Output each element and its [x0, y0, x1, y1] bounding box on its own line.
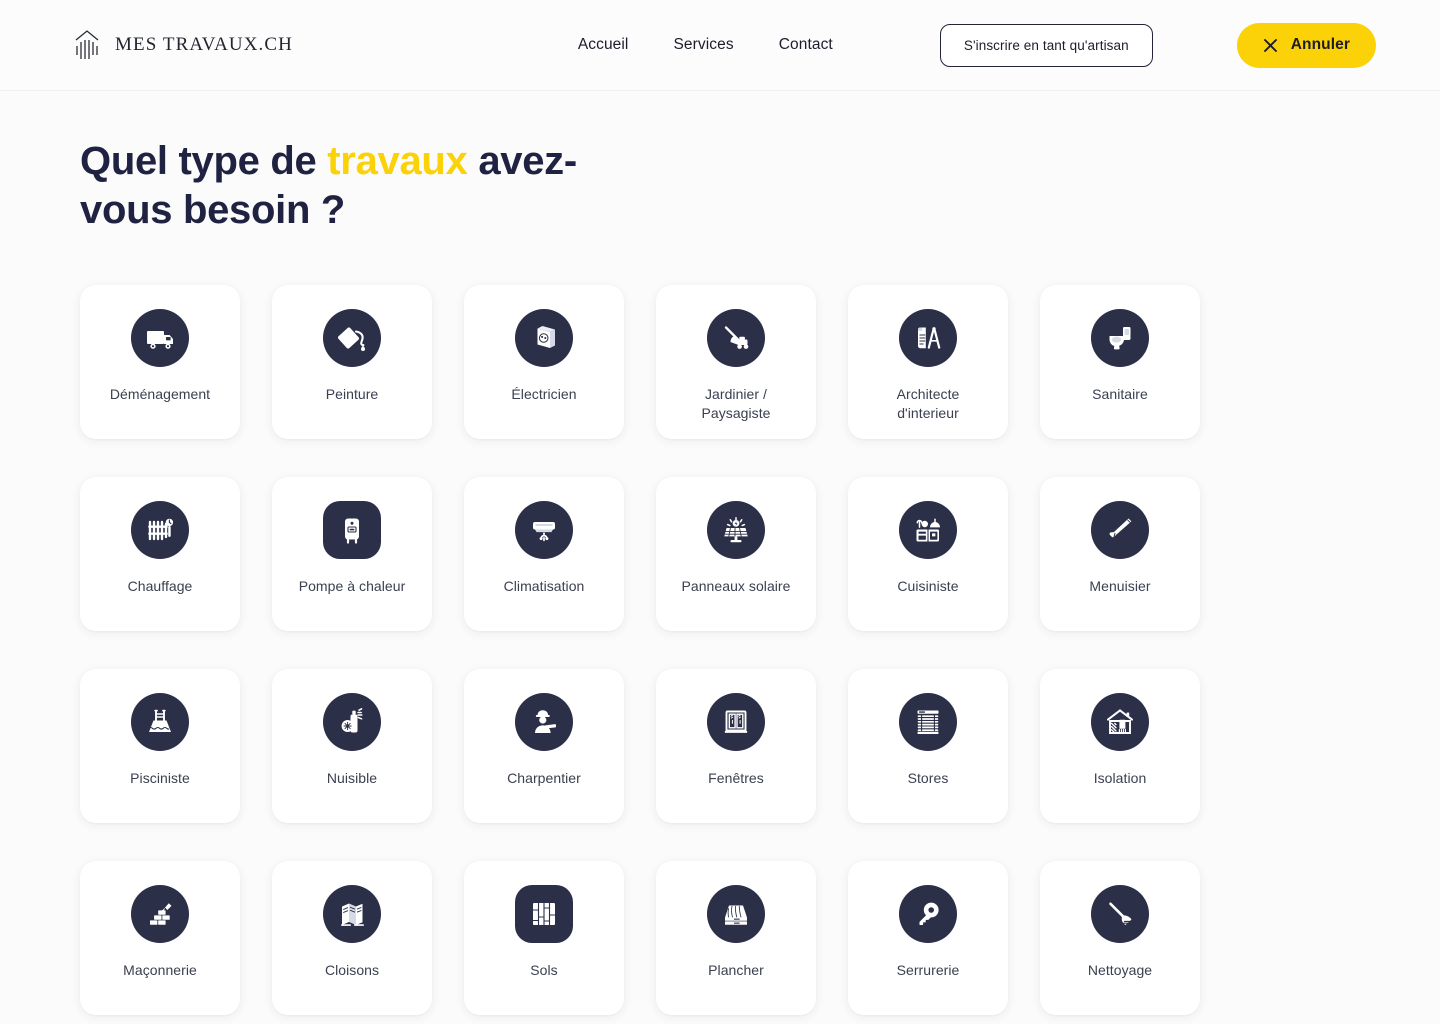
window-icon	[707, 692, 765, 751]
category-label: Climatisation	[503, 577, 585, 594]
category-label: Déménagement	[109, 385, 211, 402]
page-title: Quel type de travaux avez-vous besoin ?	[80, 137, 640, 235]
category-card[interactable]: Sols	[464, 860, 624, 1015]
lawn-mower-icon	[707, 308, 765, 367]
category-label: Cloisons	[324, 961, 380, 978]
nav-link-contact[interactable]: Contact	[779, 36, 833, 54]
close-icon	[1263, 38, 1278, 53]
main-navigation: Accueil Services Contact S'inscrire en t…	[578, 22, 1376, 68]
mop-icon	[1091, 884, 1149, 943]
page-title-accent: travaux	[327, 139, 468, 183]
wood-flooring-icon	[707, 884, 765, 943]
category-label: Architecte d'interieur	[896, 385, 960, 421]
radiator-icon	[131, 500, 189, 559]
category-label: Panneaux solaire	[681, 577, 791, 594]
category-card[interactable]: Charpentier	[464, 668, 624, 823]
category-card[interactable]: Pompe à chaleur	[272, 476, 432, 631]
category-label: Menuisier	[1089, 577, 1151, 594]
power-socket-icon	[515, 308, 573, 367]
category-label: Cuisiniste	[897, 577, 959, 594]
nav-link-accueil[interactable]: Accueil	[578, 36, 629, 54]
category-card[interactable]: Panneaux solaire	[656, 476, 816, 631]
category-label: Pisciniste	[130, 769, 190, 786]
category-card[interactable]: Jardinier / Paysagiste	[656, 284, 816, 439]
category-label: Nettoyage	[1087, 961, 1153, 978]
category-card[interactable]: Serrurerie	[848, 860, 1008, 1015]
category-card[interactable]: Climatisation	[464, 476, 624, 631]
signup-artisan-button[interactable]: S'inscrire en tant qu'artisan	[939, 23, 1153, 67]
water-heater-icon	[323, 500, 381, 559]
category-card[interactable]: Plancher	[656, 860, 816, 1015]
category-card[interactable]: Fenêtres	[656, 668, 816, 823]
window-blinds-icon	[899, 692, 957, 751]
brick-trowel-icon	[131, 884, 189, 943]
category-card[interactable]: Menuisier	[1040, 476, 1200, 631]
solar-panel-icon	[707, 500, 765, 559]
category-card[interactable]: Chauffage	[80, 476, 240, 631]
category-card[interactable]: Électricien	[464, 284, 624, 439]
kitchen-counter-icon	[899, 500, 957, 559]
category-card[interactable]: Déménagement	[80, 284, 240, 439]
category-card[interactable]: Sanitaire	[1040, 284, 1200, 439]
category-card[interactable]: Isolation	[1040, 668, 1200, 823]
category-label: Jardinier / Paysagiste	[701, 385, 771, 421]
category-card[interactable]: Cuisiniste	[848, 476, 1008, 631]
category-label: Plancher	[708, 961, 764, 978]
page-title-part1: Quel type de	[80, 139, 328, 183]
main-content: Quel type de travaux avez-vous besoin ? …	[0, 91, 1440, 1015]
category-label: Maçonnerie	[123, 961, 197, 978]
house-insulation-icon	[1091, 692, 1149, 751]
category-label: Sols	[530, 961, 558, 978]
category-card[interactable]: Peinture	[272, 284, 432, 439]
swimming-pool-icon	[131, 692, 189, 751]
blueprint-compass-icon	[899, 308, 957, 367]
key-icon	[899, 884, 957, 943]
category-label: Électricien	[511, 385, 577, 402]
carpenter-worker-icon	[515, 692, 573, 751]
category-label: Nuisible	[326, 769, 378, 786]
brand-name: MES TRAVAUX.CH	[115, 34, 294, 55]
toilet-icon	[1091, 308, 1149, 367]
cancel-button-label: Annuler	[1290, 36, 1350, 53]
paint-can-icon	[323, 308, 381, 367]
moving-truck-icon	[131, 308, 189, 367]
nav-link-services[interactable]: Services	[673, 36, 733, 54]
category-card[interactable]: Stores	[848, 668, 1008, 823]
building-icon	[72, 28, 102, 62]
pest-spray-icon	[323, 692, 381, 751]
category-label: Chauffage	[127, 577, 193, 594]
category-card[interactable]: Nettoyage	[1040, 860, 1200, 1015]
air-conditioner-icon	[515, 500, 573, 559]
category-card[interactable]: Cloisons	[272, 860, 432, 1015]
category-card[interactable]: Pisciniste	[80, 668, 240, 823]
handsaw-icon	[1091, 500, 1149, 559]
room-divider-icon	[323, 884, 381, 943]
category-card[interactable]: Maçonnerie	[80, 860, 240, 1015]
category-grid: Déménagement Peinture Électricien Jardinier…	[80, 284, 1368, 1015]
category-label: Sanitaire	[1092, 385, 1148, 402]
category-card[interactable]: Architecte d'interieur	[848, 284, 1008, 439]
category-label: Stores	[907, 769, 949, 786]
category-label: Peinture	[325, 385, 379, 402]
brand-logo[interactable]: MES TRAVAUX.CH	[72, 28, 293, 62]
category-card[interactable]: Nuisible	[272, 668, 432, 823]
site-header: MES TRAVAUX.CH Accueil Services Contact …	[0, 0, 1440, 91]
floor-planks-icon	[515, 884, 573, 943]
category-label: Pompe à chaleur	[298, 577, 406, 594]
category-label: Fenêtres	[708, 769, 764, 786]
category-label: Isolation	[1093, 769, 1147, 786]
category-label: Serrurerie	[896, 961, 960, 978]
category-label: Charpentier	[507, 769, 581, 786]
cancel-button[interactable]: Annuler	[1236, 22, 1376, 68]
